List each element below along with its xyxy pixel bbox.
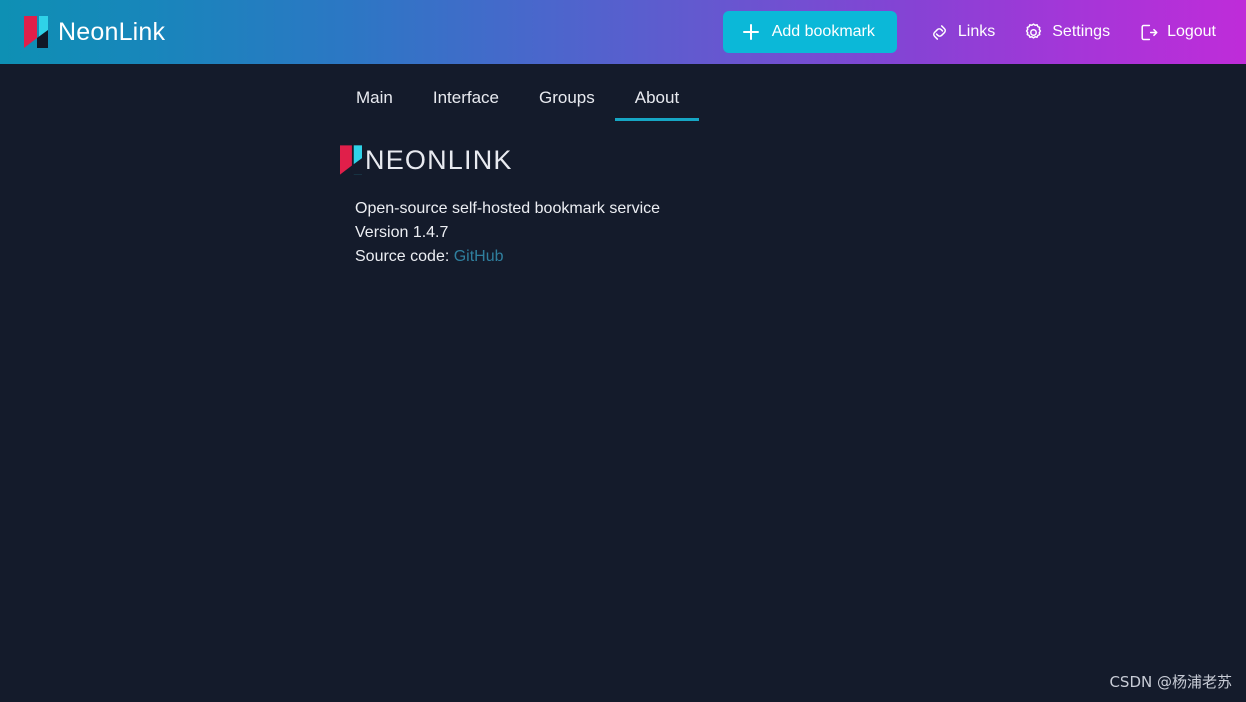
about-logo: NEONLINK	[340, 144, 1246, 176]
settings-button[interactable]: Settings	[1013, 16, 1120, 49]
logout-button[interactable]: Logout	[1128, 16, 1226, 49]
source-code-label: Source code:	[355, 248, 450, 266]
github-link[interactable]: GitHub	[454, 248, 504, 265]
header-actions: Add bookmark Links Settings Logout	[722, 11, 1230, 53]
about-wordmark: NEONLINK	[365, 144, 513, 175]
main-tabs: Main Interface Groups About	[0, 64, 1246, 122]
chain-link-icon	[929, 22, 950, 43]
about-source-code: Source code: GitHub	[355, 245, 1246, 269]
about-panel: NEONLINK Open-source self-hosted bookmar…	[0, 121, 1246, 269]
logout-door-arrow-icon	[1138, 22, 1159, 43]
about-description: Open-source self-hosted bookmark service	[355, 200, 661, 218]
brand-name: NeonLink	[58, 17, 166, 46]
about-details: Open-source self-hosted bookmark service…	[340, 197, 1246, 269]
plus-icon	[741, 22, 761, 42]
add-bookmark-label: Add bookmark	[771, 23, 875, 40]
app-header: NeonLink Add bookmark Links Settings Log…	[0, 0, 1246, 64]
neonlink-logo-icon	[24, 16, 48, 48]
watermark: CSDN @杨浦老苏	[1109, 673, 1232, 691]
about-version: Version 1.4.7	[355, 224, 449, 242]
settings-label: Settings	[1052, 23, 1111, 40]
brand[interactable]: NeonLink	[24, 16, 165, 48]
tab-about[interactable]: About	[614, 82, 700, 122]
tab-groups[interactable]: Groups	[519, 82, 615, 121]
gear-icon	[1023, 22, 1044, 43]
add-bookmark-button[interactable]: Add bookmark	[722, 11, 897, 53]
links-label: Links	[957, 23, 996, 40]
tab-interface[interactable]: Interface	[413, 82, 519, 121]
neonlink-logo-icon	[340, 145, 362, 176]
tab-main[interactable]: Main	[336, 82, 413, 121]
logout-label: Logout	[1167, 23, 1216, 40]
links-button[interactable]: Links	[919, 16, 1005, 49]
